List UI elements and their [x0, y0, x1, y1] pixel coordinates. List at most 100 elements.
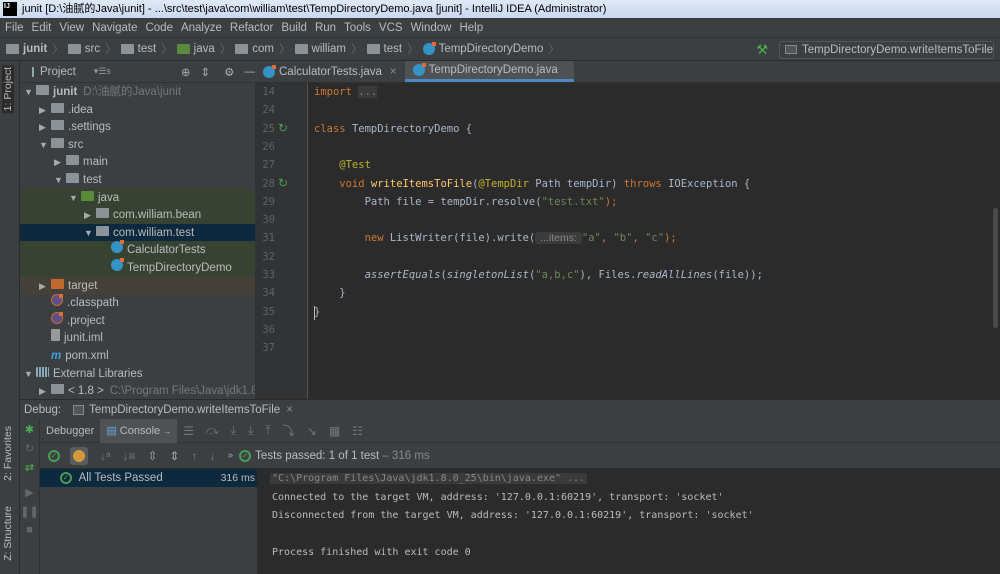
gear-icon[interactable]: ⚙	[224, 65, 234, 79]
menu-tools[interactable]: Tools	[344, 22, 371, 34]
menu-file[interactable]: File	[5, 22, 24, 34]
breadcrumb-item[interactable]: com 〉	[235, 41, 291, 57]
previous-test-icon[interactable]: ↑	[192, 449, 198, 463]
window-title-bar: IJ junit [D:\油腻的Java\junit] - ...\src\te…	[0, 0, 1000, 18]
editor-tab[interactable]: TempDirectoryDemo.java	[404, 61, 574, 82]
build-hammer-icon[interactable]: ⚒	[756, 42, 768, 58]
resume-icon[interactable]: ▶	[20, 486, 39, 499]
breadcrumb-item[interactable]: src 〉	[67, 41, 117, 57]
tree-item[interactable]: ▼ External Libraries	[20, 365, 255, 383]
collapse-all-icon[interactable]: ⇕	[170, 449, 180, 463]
drop-frame-icon[interactable]: ⤵	[283, 422, 295, 439]
menu-navigate[interactable]: Navigate	[92, 22, 137, 34]
breadcrumb-item[interactable]: TempDirectoryDemo 〉	[422, 41, 560, 57]
menu-analyze[interactable]: Analyze	[181, 22, 222, 34]
collapsed-arrow-icon[interactable]: ▶	[39, 101, 51, 119]
view-selector[interactable]: ▾☰s	[94, 66, 111, 77]
close-icon[interactable]: ×	[286, 404, 293, 416]
breadcrumb-item[interactable]: java 〉	[176, 41, 231, 57]
breadcrumb-item[interactable]: junit 〉	[6, 41, 64, 57]
locate-icon[interactable]: ⊕	[181, 65, 191, 79]
test-tree-row[interactable]: ✓ All Tests Passed 316 ms	[40, 469, 257, 487]
sort-alpha-icon[interactable]: ↓ᵃ	[100, 449, 110, 463]
tree-item[interactable]: ▶ com.william.bean	[20, 206, 255, 225]
show-execution-point-icon[interactable]: ⤼	[206, 423, 219, 438]
expanded-arrow-icon[interactable]: ▼	[69, 189, 81, 207]
tree-item[interactable]: ▼ java	[20, 188, 255, 207]
tree-item[interactable]: ▶ < 1.8 > C:\Program Files\Java\jdk1.8.0	[20, 382, 267, 400]
breadcrumb-item[interactable]: test 〉	[366, 41, 419, 57]
step-over-icon[interactable]: ⤓	[231, 423, 236, 438]
tab-debugger[interactable]: Debugger	[40, 419, 100, 443]
menu-vcs[interactable]: VCS	[379, 22, 403, 34]
expanded-arrow-icon[interactable]: ▼	[54, 171, 66, 189]
menu-help[interactable]: Help	[459, 22, 483, 34]
tree-item[interactable]: ▶ target	[20, 276, 255, 295]
project-tool-button[interactable]: 1: Project	[2, 65, 14, 114]
console-output[interactable]: "C:\Program Files\Java\jdk1.8.0_25\bin\j…	[258, 469, 1000, 574]
tree-item[interactable]: ▶ .idea	[20, 101, 255, 119]
step-into-icon[interactable]: ⤓	[248, 423, 253, 438]
tree-item[interactable]: CalculatorTests	[20, 240, 255, 260]
collapse-all-icon[interactable]: ⇕	[201, 65, 211, 79]
sort-duration-icon[interactable]: ↓≡	[122, 449, 135, 463]
tree-item[interactable]: junit.iml	[20, 329, 255, 347]
breadcrumb-item[interactable]: test 〉	[120, 41, 173, 57]
expanded-arrow-icon[interactable]: ▼	[84, 224, 96, 242]
collapsed-arrow-icon[interactable]: ▶	[39, 382, 51, 400]
code-token: void	[314, 177, 371, 190]
tab-console[interactable]: ▤ Console →	[100, 418, 178, 443]
next-test-icon[interactable]: ↓	[210, 449, 216, 463]
editor-tab[interactable]: CalculatorTests.java ×	[255, 61, 405, 82]
breadcrumb-label: test	[137, 43, 157, 55]
favorites-tool-button[interactable]: 2: Favorites	[2, 426, 14, 481]
tree-item[interactable]: m pom.xml	[20, 347, 255, 365]
collapsed-arrow-icon[interactable]: ▶	[39, 277, 51, 295]
menu-window[interactable]: Window	[411, 22, 452, 34]
collapsed-arrow-icon[interactable]: ▶	[54, 153, 66, 171]
restore-layout-icon[interactable]: ⇄	[20, 461, 39, 474]
tree-item[interactable]: .classpath	[20, 294, 255, 312]
more-icon[interactable]: »	[228, 450, 234, 461]
run-configuration-select[interactable]: TempDirectoryDemo.writeItemsToFile ▾	[779, 41, 994, 72]
run-to-cursor-icon[interactable]: ↘	[307, 424, 317, 438]
menu-code[interactable]: Code	[145, 22, 173, 34]
expand-all-icon[interactable]: ⇳	[147, 449, 157, 463]
menu-build[interactable]: Build	[281, 22, 307, 34]
editor-scrollbar[interactable]	[990, 83, 1000, 399]
breadcrumb-item[interactable]: william 〉	[294, 41, 363, 57]
pause-icon[interactable]: ❚❚	[20, 505, 39, 518]
rerun-failed-icon[interactable]: ↻	[20, 442, 39, 455]
tree-item[interactable]: ▶ main	[20, 153, 255, 171]
project-title[interactable]: Project	[40, 66, 76, 78]
run-test-gutter-icon[interactable]: ↻	[278, 121, 288, 135]
step-out-icon[interactable]: ⤒	[265, 423, 270, 438]
menu-view[interactable]: View	[59, 22, 84, 34]
tree-item[interactable]: ▼ test	[20, 171, 255, 189]
tree-item[interactable]: TempDirectoryDemo	[20, 258, 255, 277]
tree-item[interactable]: ▼ com.william.test	[20, 223, 255, 242]
show-ignored-button[interactable]	[70, 446, 88, 465]
tree-item[interactable]: ▶ .settings	[20, 118, 255, 136]
expanded-arrow-icon[interactable]: ▼	[24, 365, 36, 383]
evaluate-expression-icon[interactable]: ▦	[329, 424, 340, 438]
collapsed-arrow-icon[interactable]: ▶	[84, 206, 96, 224]
trace-icon[interactable]: ☷	[352, 424, 363, 438]
menu-run[interactable]: Run	[315, 22, 336, 34]
menu-refactor[interactable]: Refactor	[230, 22, 273, 34]
stop-icon[interactable]: ■	[20, 524, 39, 536]
close-tab-icon[interactable]: ×	[390, 66, 397, 78]
menu-icon[interactable]: ☰	[183, 424, 194, 438]
debug-bug-icon[interactable]: ✱	[20, 423, 39, 436]
collapsed-arrow-icon[interactable]: ▶	[39, 118, 51, 136]
menu-edit[interactable]: Edit	[32, 22, 52, 34]
run-test-gutter-icon[interactable]: ↻	[278, 176, 288, 190]
tree-item[interactable]: ▼ src	[20, 136, 255, 154]
tree-item[interactable]: .project	[20, 311, 255, 330]
structure-tool-button[interactable]: Z: Structure	[2, 506, 14, 561]
tree-item[interactable]: ▼ junit D:\油腻的Java\junit	[20, 83, 255, 101]
expanded-arrow-icon[interactable]: ▼	[39, 136, 51, 154]
expanded-arrow-icon[interactable]: ▼	[24, 83, 36, 101]
debug-session-tab[interactable]: TempDirectoryDemo.writeItemsToFile	[89, 404, 280, 416]
show-passed-icon[interactable]: ✓	[48, 449, 60, 462]
